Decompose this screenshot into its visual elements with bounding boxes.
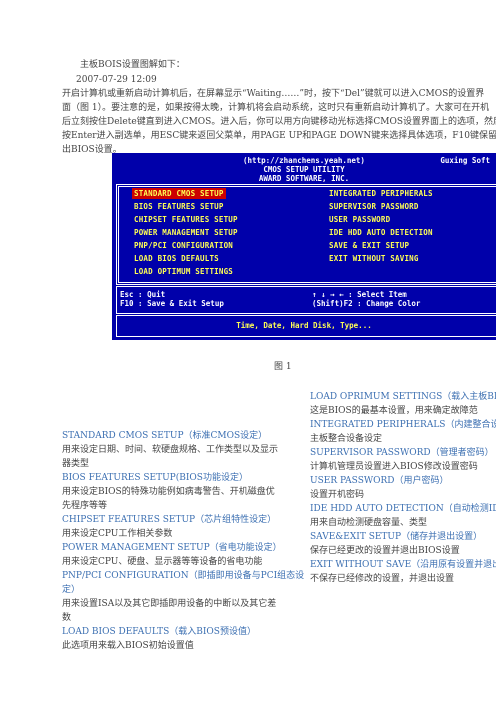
bios-menu-item-load-bios[interactable]: LOAD BIOS DEFAULTS (134, 254, 219, 263)
article-title: 主板BOIS设置图解如下： (80, 60, 185, 70)
bios-menu-item-power[interactable]: POWER MANAGEMENT SETUP (134, 228, 238, 237)
bios-menu-item-supervisor-pw[interactable]: SUPERVISOR PASSWORD (329, 202, 419, 211)
link-supervisor-password[interactable]: SUPERVISOR PASSWORD（管理者密码） (310, 446, 494, 460)
desc-line: 器类型 (62, 459, 90, 469)
bios-title: CMOS SETUP UTILITY (263, 165, 345, 174)
desc-line: 用来设定BIOS的特殊功能例如病毒警告、开机磁盘优 (62, 487, 275, 497)
bios-menu-item-load-optimum[interactable]: LOAD OPTIMUM SETTINGS (134, 267, 233, 276)
desc-line: 计算机管理员设置进入BIOS修改设置密码 (310, 462, 478, 472)
bios-status-text: Time, Date, Hard Disk, Type... (236, 321, 372, 330)
desc-line: 用来设定CPU工作相关参数 (62, 529, 173, 539)
bios-vendor: AWARD SOFTWARE, INC. (258, 174, 350, 183)
bios-menu-item-save-exit[interactable]: SAVE & EXIT SETUP (329, 241, 409, 250)
link-pnp-pci-cont[interactable]: 定） (62, 583, 80, 597)
bios-brand: Guxing Soft (440, 156, 490, 165)
bios-menu-item-integrated[interactable]: INTEGRATED PERIPHERALS (329, 189, 433, 198)
desc-line: 此选项用来载入BIOS初始设置值 (62, 641, 194, 651)
link-ide-hdd-detect[interactable]: IDE HDD AUTO DETECTION（自动检测IDE硬 (310, 502, 496, 516)
link-save-exit[interactable]: SAVE&EXIT SETUP（储存并退出设置） (310, 530, 482, 544)
intro-line: 按Enter进入副选单，用ESC键来返回父菜单，用PAGE UP和PAGE DO… (62, 131, 496, 141)
bios-key-arrows: ↑ ↓ → ← : Select Item (312, 290, 407, 299)
bios-menu-item-ide-detect[interactable]: IDE HDD AUTO DETECTION (329, 228, 433, 237)
bios-menu-item-user-pw[interactable]: USER PASSWORD (329, 215, 390, 224)
link-integrated-peripherals[interactable]: INTEGRATED PERIPHERALS（内建整合设备周 (310, 418, 496, 432)
desc-line: 用来自动检测硬盘容量、类型 (310, 518, 428, 528)
desc-line: 先程序等等 (62, 501, 108, 511)
link-bios-features[interactable]: BIOS FEATURES SETUP(BIOS功能设定） (62, 471, 248, 485)
right-column: LOAD OPRIMUM SETTINGS（载入主板BIOS出 这是BIOS的最… (310, 390, 496, 600)
figure-caption: 图 1 (274, 362, 292, 372)
desc-line: 用来设置ISA以及其它即插即用设备的中断以及其它差 (62, 599, 277, 609)
intro-line: 开启计算机或重新启动计算机后，在屏幕显示“Waiting……”时，按下“Del”… (62, 89, 485, 99)
bios-site: (http://zhanchens.yeah.net) (243, 156, 365, 165)
bios-menu-item-standard-cmos[interactable]: STANDARD CMOS SETUP (132, 188, 226, 199)
desc-line: 这是BIOS的最基本设置，用来确定故障范 (310, 406, 478, 416)
bios-menu-item-chipset[interactable]: CHIPSET FEATURES SETUP (134, 215, 238, 224)
intro-line: 面（图 1）。要注意的是，如果按得太晚，计算机将会启动系统，这时只有重新启动计算… (62, 103, 490, 113)
link-power-management[interactable]: POWER MANAGEMENT SETUP（省电功能设定） (62, 541, 282, 555)
bios-menu-item-exit-nosave[interactable]: EXIT WITHOUT SAVING (329, 254, 419, 263)
link-exit-without-save[interactable]: EXIT WITHOUT SAVE（沿用原有设置并退出 (310, 558, 496, 572)
link-load-optimum[interactable]: LOAD OPRIMUM SETTINGS（载入主板BIOS出 (310, 390, 496, 404)
intro-line: 后立刻按住Delete键直到进入CMOS。进入后，你可以用方向键移动光标选择CM… (62, 117, 496, 127)
bios-menu-item-bios-features[interactable]: BIOS FEATURES SETUP (134, 202, 224, 211)
bios-key-shift-f2: (Shift)F2 : Change Color (312, 299, 421, 308)
bios-menu-item-pnp-pci[interactable]: PNP/PCI CONFIGURATION (134, 241, 233, 250)
bios-key-esc: Esc : Quit (120, 290, 166, 299)
link-load-bios-defaults[interactable]: LOAD BIOS DEFAULTS（载入BIOS预设值） (62, 625, 256, 639)
link-standard-cmos[interactable]: STANDARD CMOS SETUP（标准CMOS设定） (62, 429, 267, 443)
link-user-password[interactable]: USER PASSWORD（用户密码） (310, 474, 448, 488)
bios-screenshot: (http://zhanchens.yeah.net) Guxing Soft … (112, 153, 496, 340)
link-chipset-features[interactable]: CHIPSET FEATURES SETUP（芯片组特性设定） (62, 513, 276, 527)
desc-line: 设置开机密码 (310, 490, 365, 500)
desc-line: 保存已经更改的设置并退出BIOS设置 (310, 546, 460, 556)
desc-line: 数 (62, 613, 72, 623)
desc-line: 主板整合设备设定 (310, 434, 383, 444)
link-pnp-pci[interactable]: PNP/PCI CONFIGURATION（即插即用设备与PCI组态设 (62, 569, 304, 583)
article-timestamp: 2007-07-29 12:09 (76, 75, 157, 85)
desc-line: 不保存已经修改的设置，并退出设置 (310, 574, 455, 584)
desc-line: 用来设定日期、时间、软硬盘规格、工作类型以及显示 (62, 445, 279, 455)
desc-line: 用来设定CPU、硬盘、显示器等等设备的省电功能 (62, 557, 263, 567)
bios-key-f10: F10 : Save & Exit Setup (120, 299, 224, 308)
